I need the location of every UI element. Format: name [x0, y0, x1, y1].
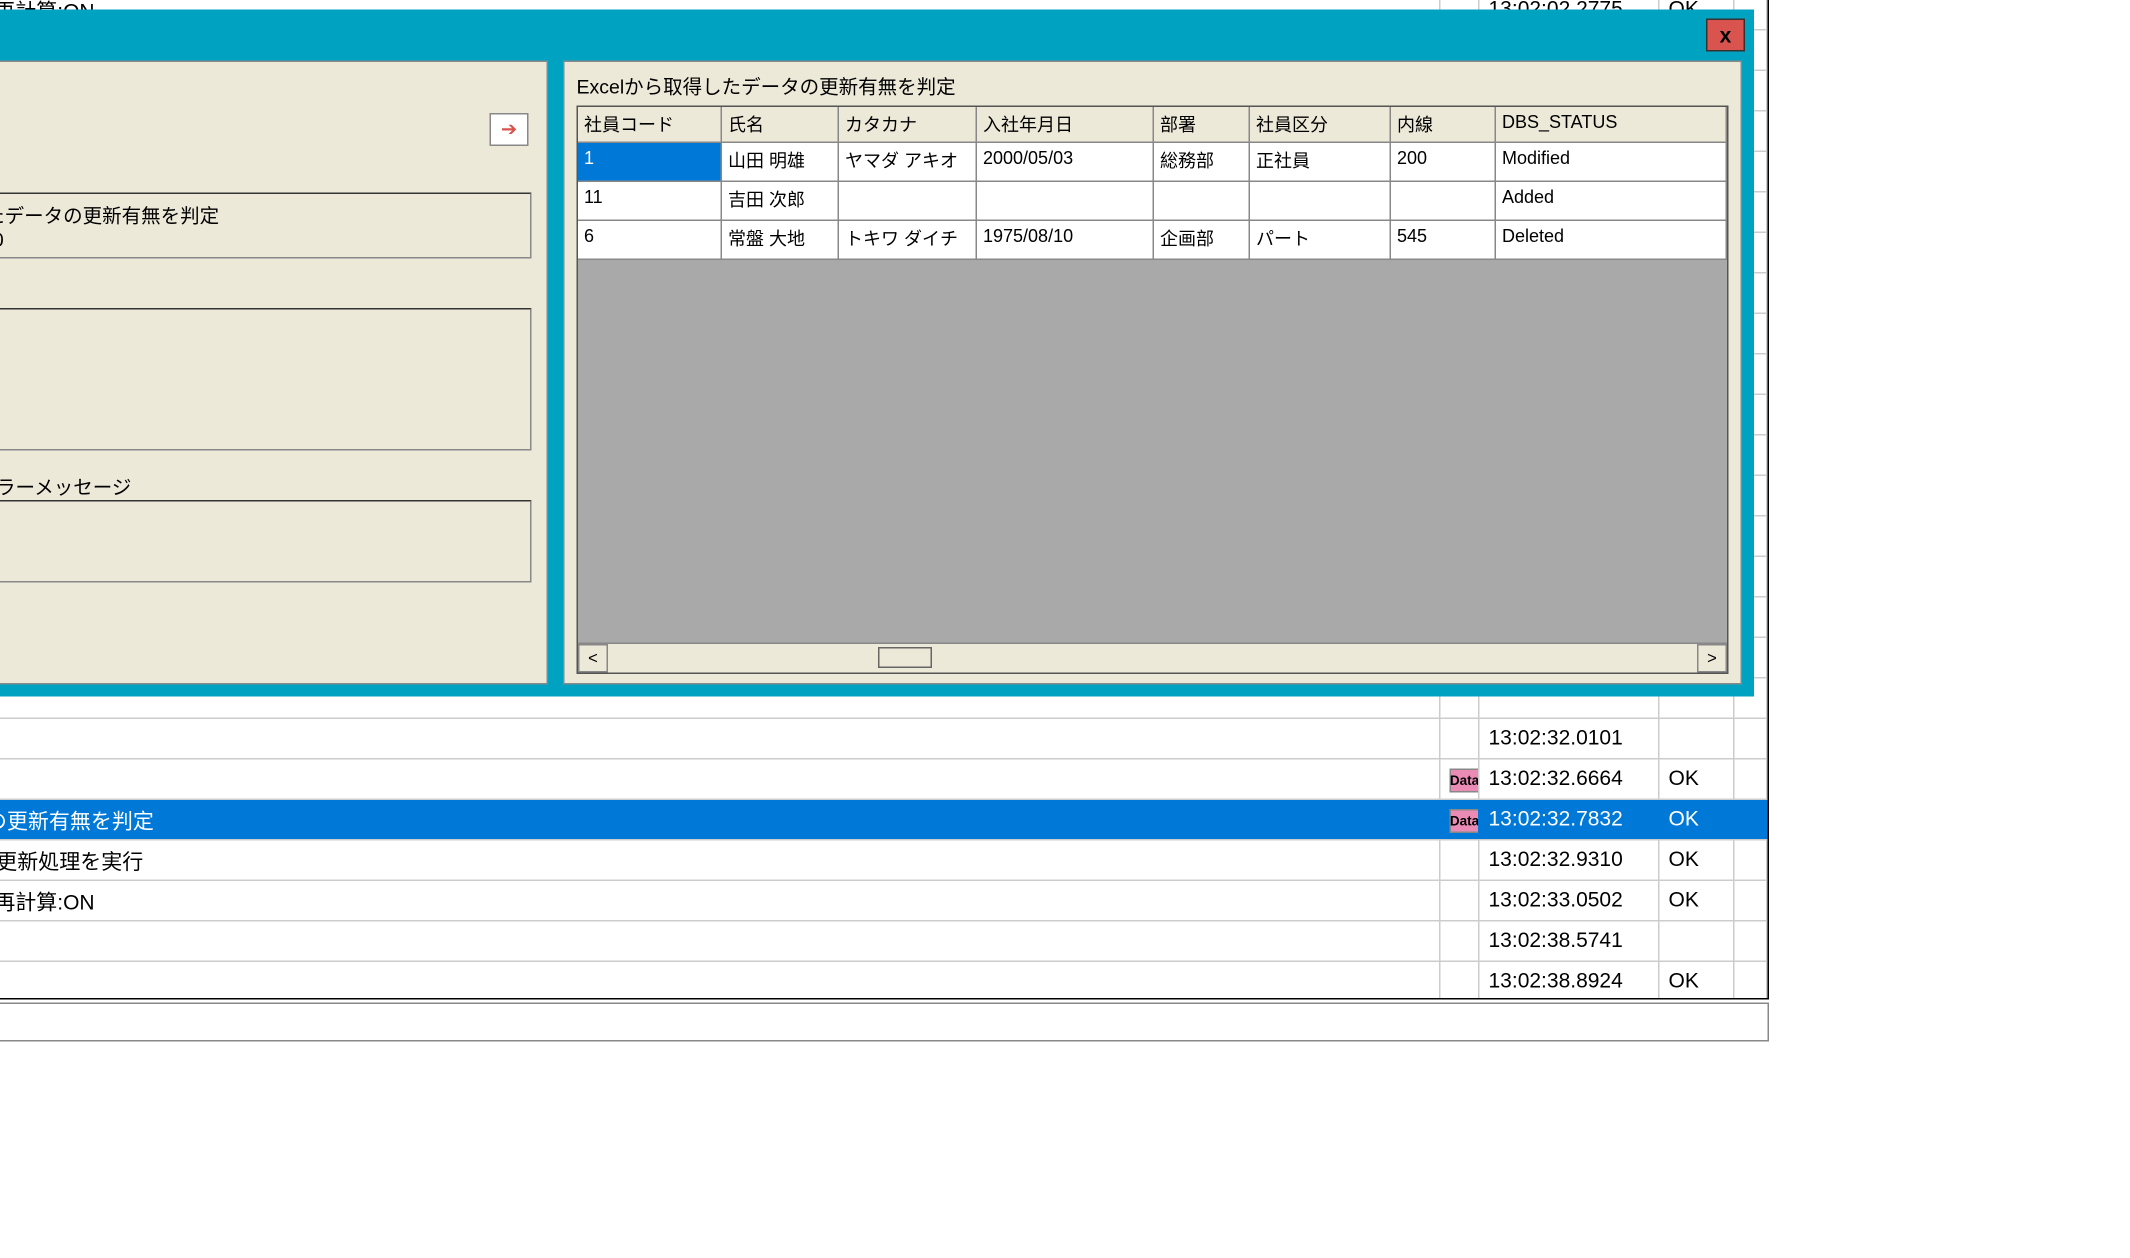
cell-icon — [1441, 719, 1480, 758]
cell-result — [1660, 922, 1735, 961]
cell-time: 13:02:32.7832 — [1480, 800, 1660, 839]
gcol-hire[interactable]: 入社年月日 — [977, 107, 1154, 143]
main-window: dbSheetClient 2018 Runtime Monitor x 💾 ⌫… — [0, 0, 1775, 1048]
grid-rows: 1山田 明雄ヤマダ アキオ2000/05/03総務部正社員200Modified… — [578, 143, 1727, 643]
gcell-name[interactable]: 山田 明雄 — [722, 143, 839, 182]
cell-icon — [1441, 881, 1480, 920]
gcell-kana[interactable]: ヤマダ アキオ — [839, 143, 977, 182]
gcell-kana[interactable]: トキワ ダイチ — [839, 221, 977, 260]
gcell-ext[interactable]: 545 — [1391, 221, 1496, 260]
gcell-code[interactable]: 11 — [578, 182, 722, 221]
comment-line-1: Excelから取得したデータの更新有無を判定 — [0, 200, 521, 229]
cell-icon: Data — [1441, 760, 1480, 799]
cell-proc: 終了ボタンクリック — [0, 922, 1441, 961]
grid-hscroll[interactable]: < > — [578, 643, 1727, 673]
gcell-ext[interactable]: 200 — [1391, 143, 1496, 182]
log-row[interactable]: dbSheetClient実行版終了 13:02:38.8924OK — [0, 962, 1768, 1000]
log-comment-box: Excelから取得したデータの更新有無を判定 NR_TSK10300_30 — [0, 193, 532, 259]
gcol-dept[interactable]: 部署 — [1154, 107, 1250, 143]
gcell-class[interactable] — [1250, 182, 1391, 221]
cell-icon — [1441, 962, 1480, 1000]
gcol-kana[interactable]: カタカナ — [839, 107, 977, 143]
arrow-right-button[interactable]: ➔ — [490, 113, 529, 146]
data-badge-icon: Data — [1450, 809, 1480, 833]
gcell-dept[interactable] — [1154, 182, 1250, 221]
grid-header: 社員コード 氏名 カタカナ 入社年月日 部署 社員区分 内線 DBS_STATU… — [578, 107, 1727, 143]
cell-proc: タスク処理実行 — [0, 719, 1441, 758]
cell-time: 13:02:32.6664 — [1480, 760, 1660, 799]
cell-result: OK — [1660, 962, 1735, 1000]
cell-time: 13:02:38.8924 — [1480, 962, 1660, 1000]
gcell-status[interactable]: Modified — [1496, 143, 1727, 182]
gcell-name[interactable]: 常盤 大地 — [722, 221, 839, 260]
gcell-ext[interactable] — [1391, 182, 1496, 221]
gcell-hire[interactable]: 2000/05/03 — [977, 143, 1154, 182]
error-msg-box — [0, 308, 532, 451]
log-row[interactable]: ローカルデータテーブルの更新処理を実行 13:02:32.9310OK — [0, 841, 1768, 882]
data-badge-icon: Data — [1450, 769, 1480, 793]
gcol-name[interactable]: 氏名 — [722, 107, 839, 143]
log-comment-label: ログコメント: — [0, 164, 532, 193]
log-row[interactable]: Excelから取得したデータの更新有無を判定 Data13:02:32.7832O… — [0, 800, 1768, 841]
dialog-left-panel: OK ➔ ログコメント: Excelから取得したデータの更新有無を判定 NR_T… — [0, 61, 548, 685]
cell-time: 13:02:38.5741 — [1480, 922, 1660, 961]
gcol-code[interactable]: 社員コード — [578, 107, 722, 143]
gcol-ext[interactable]: 内線 — [1391, 107, 1496, 143]
cell-proc: ローカルデータテーブルの更新処理を実行 — [0, 841, 1441, 880]
cell-icon — [1441, 841, 1480, 880]
gcell-status[interactable]: Deleted — [1496, 221, 1727, 260]
log-row[interactable]: Excelの再計算設定を復旧します。 再計算:ON 13:02:33.0502OK — [0, 881, 1768, 922]
grid-title: Excelから取得したデータの更新有無を判定 — [577, 71, 1729, 100]
cell-time: 13:02:32.9310 — [1480, 841, 1660, 880]
dialog-titlebar: ログ表示 x — [0, 13, 1751, 58]
grid-row[interactable]: 6常盤 大地トキワ ダイチ1975/08/10企画部パート545Deleted — [578, 221, 1727, 260]
net-error-label: .NET Frameworkエラーメッセージ — [0, 472, 532, 501]
grid-row[interactable]: 11吉田 次郎 Added — [578, 182, 1727, 221]
grid-row[interactable]: 1山田 明雄ヤマダ アキオ2000/05/03総務部正社員200Modified — [578, 143, 1727, 182]
scroll-thumb[interactable] — [878, 647, 932, 668]
cell-result: OK — [1660, 760, 1735, 799]
dialog-close-button[interactable]: x — [1706, 19, 1745, 52]
cell-result — [1660, 719, 1735, 758]
data-grid: 社員コード 氏名 カタカナ 入社年月日 部署 社員区分 内線 DBS_STATU… — [577, 106, 1729, 675]
gcell-dept[interactable]: 企画部 — [1154, 221, 1250, 260]
log-dialog: ログ表示 x OK ➔ ログコメント: Excelから取得したデータの更新有無を… — [0, 10, 1754, 697]
error-msg-label: エラーメッセージ — [0, 280, 532, 309]
cell-result: OK — [1660, 800, 1735, 839]
gcell-status[interactable]: Added — [1496, 182, 1727, 221]
gcell-hire[interactable]: 1975/08/10 — [977, 221, 1154, 260]
gcell-name[interactable]: 吉田 次郎 — [722, 182, 839, 221]
scroll-right-button[interactable]: > — [1697, 644, 1727, 673]
gcell-dept[interactable]: 総務部 — [1154, 143, 1250, 182]
cell-proc: Excelの再計算設定を復旧します。 再計算:ON — [0, 881, 1441, 920]
comment-line-2: NR_TSK10300_30 — [0, 229, 521, 252]
cell-time: 13:02:32.0101 — [1480, 719, 1660, 758]
gcell-class[interactable]: パート — [1250, 221, 1391, 260]
scroll-left-button[interactable]: < — [578, 644, 608, 673]
gcol-status[interactable]: DBS_STATUS — [1496, 107, 1727, 143]
gcell-code[interactable]: 1 — [578, 143, 722, 182]
gcol-class[interactable]: 社員区分 — [1250, 107, 1391, 143]
cell-proc: Excelから取得したデータの更新有無を判定 — [0, 800, 1441, 839]
scroll-track[interactable] — [608, 644, 1697, 673]
dialog-right-panel: Excelから取得したデータの更新有無を判定 社員コード 氏名 カタカナ 入社年… — [563, 61, 1742, 685]
log-row[interactable]: 終了ボタンクリック 13:02:38.5741 — [0, 922, 1768, 963]
cell-proc: dbSheetClient実行版終了 — [0, 962, 1441, 1000]
cell-proc: Excelから更新内容を取得 — [0, 760, 1441, 799]
gcell-class[interactable]: 正社員 — [1250, 143, 1391, 182]
log-row[interactable]: Excelから更新内容を取得 Data13:02:32.6664OK — [0, 760, 1768, 801]
cell-result: OK — [1660, 841, 1735, 880]
cell-result: OK — [1660, 881, 1735, 920]
log-row[interactable]: タスク処理実行 13:02:32.0101 — [0, 719, 1768, 760]
cell-icon — [1441, 922, 1480, 961]
gcell-kana[interactable] — [839, 182, 977, 221]
cell-icon: Data — [1441, 800, 1480, 839]
status-bar — [0, 1003, 1769, 1042]
gcell-code[interactable]: 6 — [578, 221, 722, 260]
cell-time: 13:02:33.0502 — [1480, 881, 1660, 920]
net-error-box — [0, 500, 532, 583]
gcell-hire[interactable] — [977, 182, 1154, 221]
